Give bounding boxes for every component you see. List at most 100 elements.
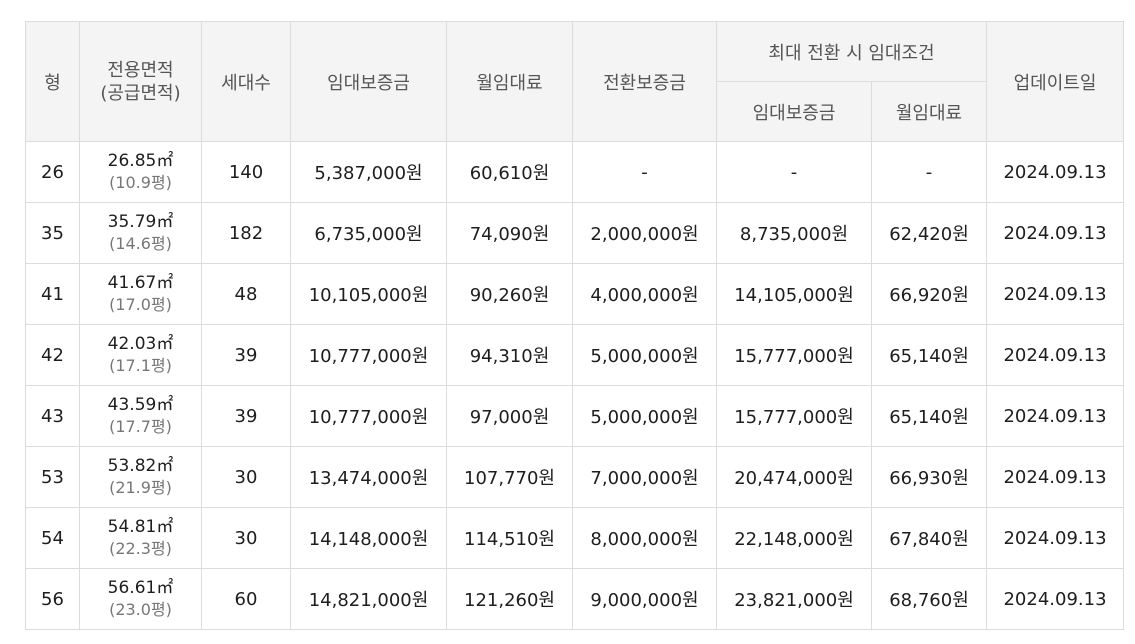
cell-max-deposit: 15,777,000원 bbox=[716, 385, 872, 447]
cell-monthly-rent: 74,090원 bbox=[446, 202, 573, 264]
cell-conversion-deposit: 8,000,000원 bbox=[572, 507, 717, 569]
cell-conversion-deposit: 9,000,000원 bbox=[572, 568, 717, 630]
cell-area: 54.81㎡ (22.3평) bbox=[79, 507, 202, 569]
cell-max-monthly-rent: - bbox=[871, 141, 987, 203]
cell-updated: 2024.09.13 bbox=[986, 141, 1124, 203]
header-households: 세대수 bbox=[201, 21, 291, 142]
area-exclusive: 35.79㎡ bbox=[107, 212, 174, 232]
cell-updated: 2024.09.13 bbox=[986, 568, 1124, 630]
cell-type: 42 bbox=[25, 324, 80, 386]
area-supply: (10.9평) bbox=[109, 173, 172, 192]
header-max-conversion-group: 최대 전환 시 임대조건 bbox=[716, 21, 987, 82]
header-type: 형 bbox=[25, 21, 80, 142]
cell-max-deposit: 20,474,000원 bbox=[716, 446, 872, 508]
cell-conversion-deposit: 2,000,000원 bbox=[572, 202, 717, 264]
cell-max-deposit: - bbox=[716, 141, 872, 203]
header-max-monthly-rent: 월임대료 bbox=[871, 81, 987, 142]
cell-conversion-deposit: 4,000,000원 bbox=[572, 263, 717, 325]
header-area-line2: (공급면적) bbox=[100, 82, 181, 104]
cell-conversion-deposit: 5,000,000원 bbox=[572, 324, 717, 386]
cell-households: 30 bbox=[201, 446, 291, 508]
cell-max-monthly-rent: 65,140원 bbox=[871, 324, 987, 386]
cell-updated: 2024.09.13 bbox=[986, 507, 1124, 569]
cell-monthly-rent: 94,310원 bbox=[446, 324, 573, 386]
cell-area: 41.67㎡ (17.0평) bbox=[79, 263, 202, 325]
cell-max-monthly-rent: 65,140원 bbox=[871, 385, 987, 447]
header-area-line1: 전용면적 bbox=[107, 59, 174, 81]
table-row: 35 35.79㎡ (14.6평) 182 6,735,000원 74,090원 2,000… bbox=[25, 202, 1124, 264]
cell-monthly-rent: 107,770원 bbox=[446, 446, 573, 508]
table-row: 56 56.61㎡ (23.0평) 60 14,821,000원 121,260원 9,00… bbox=[25, 568, 1124, 630]
cell-deposit: 5,387,000원 bbox=[290, 141, 447, 203]
table-row: 41 41.67㎡ (17.0평) 48 10,105,000원 90,260원 4,000… bbox=[25, 263, 1124, 325]
cell-type: 41 bbox=[25, 263, 80, 325]
cell-max-deposit: 15,777,000원 bbox=[716, 324, 872, 386]
area-supply: (22.3평) bbox=[109, 539, 172, 558]
area-exclusive: 41.67㎡ bbox=[107, 273, 174, 293]
cell-updated: 2024.09.13 bbox=[986, 263, 1124, 325]
cell-max-deposit: 14,105,000원 bbox=[716, 263, 872, 325]
header-updated: 업데이트일 bbox=[986, 21, 1124, 142]
area-supply: (23.0평) bbox=[109, 600, 172, 619]
table-row: 43 43.59㎡ (17.7평) 39 10,777,000원 97,000원 5,000… bbox=[25, 385, 1124, 447]
cell-type: 56 bbox=[25, 568, 80, 630]
cell-area: 53.82㎡ (21.9평) bbox=[79, 446, 202, 508]
cell-max-monthly-rent: 68,760원 bbox=[871, 568, 987, 630]
cell-conversion-deposit: 5,000,000원 bbox=[572, 385, 717, 447]
cell-conversion-deposit: 7,000,000원 bbox=[572, 446, 717, 508]
cell-conversion-deposit: - bbox=[572, 141, 717, 203]
area-exclusive: 26.85㎡ bbox=[107, 151, 174, 171]
cell-type: 54 bbox=[25, 507, 80, 569]
cell-area: 35.79㎡ (14.6평) bbox=[79, 202, 202, 264]
table-header: 형 전용면적 (공급면적) 세대수 임대보증금 월임대료 전환보증금 최대 전환… bbox=[25, 21, 1124, 142]
cell-households: 60 bbox=[201, 568, 291, 630]
header-conversion-deposit: 전환보증금 bbox=[572, 21, 717, 142]
area-exclusive: 56.61㎡ bbox=[107, 578, 174, 598]
area-supply: (21.9평) bbox=[109, 478, 172, 497]
table-row: 53 53.82㎡ (21.9평) 30 13,474,000원 107,770원 7,00… bbox=[25, 446, 1124, 508]
cell-type: 35 bbox=[25, 202, 80, 264]
table-row: 42 42.03㎡ (17.1평) 39 10,777,000원 94,310원 5,000… bbox=[25, 324, 1124, 386]
cell-households: 39 bbox=[201, 324, 291, 386]
cell-updated: 2024.09.13 bbox=[986, 446, 1124, 508]
area-supply: (17.0평) bbox=[109, 295, 172, 314]
cell-deposit: 13,474,000원 bbox=[290, 446, 447, 508]
table-body: 26 26.85㎡ (10.9평) 140 5,387,000원 60,610원 - - -20… bbox=[25, 141, 1124, 630]
cell-deposit: 14,821,000원 bbox=[290, 568, 447, 630]
cell-deposit: 10,105,000원 bbox=[290, 263, 447, 325]
cell-type: 53 bbox=[25, 446, 80, 508]
cell-deposit: 10,777,000원 bbox=[290, 385, 447, 447]
cell-area: 42.03㎡ (17.1평) bbox=[79, 324, 202, 386]
cell-type: 43 bbox=[25, 385, 80, 447]
area-exclusive: 54.81㎡ bbox=[107, 517, 174, 537]
cell-deposit: 6,735,000원 bbox=[290, 202, 447, 264]
cell-max-monthly-rent: 66,930원 bbox=[871, 446, 987, 508]
header-max-deposit: 임대보증금 bbox=[716, 81, 872, 142]
cell-updated: 2024.09.13 bbox=[986, 385, 1124, 447]
cell-max-deposit: 23,821,000원 bbox=[716, 568, 872, 630]
area-exclusive: 53.82㎡ bbox=[107, 456, 174, 476]
cell-max-deposit: 22,148,000원 bbox=[716, 507, 872, 569]
cell-households: 182 bbox=[201, 202, 291, 264]
header-monthly-rent: 월임대료 bbox=[446, 21, 573, 142]
cell-households: 140 bbox=[201, 141, 291, 203]
cell-updated: 2024.09.13 bbox=[986, 202, 1124, 264]
header-row-1: 형 전용면적 (공급면적) 세대수 임대보증금 월임대료 전환보증금 최대 전환… bbox=[25, 21, 1124, 142]
area-supply: (17.7평) bbox=[109, 417, 172, 436]
cell-area: 56.61㎡ (23.0평) bbox=[79, 568, 202, 630]
table-row: 26 26.85㎡ (10.9평) 140 5,387,000원 60,610원 - - -20… bbox=[25, 141, 1124, 203]
area-exclusive: 42.03㎡ bbox=[107, 334, 174, 354]
area-supply: (17.1평) bbox=[109, 356, 172, 375]
cell-households: 39 bbox=[201, 385, 291, 447]
cell-max-monthly-rent: 62,420원 bbox=[871, 202, 987, 264]
cell-monthly-rent: 97,000원 bbox=[446, 385, 573, 447]
cell-monthly-rent: 60,610원 bbox=[446, 141, 573, 203]
cell-max-monthly-rent: 67,840원 bbox=[871, 507, 987, 569]
cell-deposit: 14,148,000원 bbox=[290, 507, 447, 569]
area-supply: (14.6평) bbox=[109, 234, 172, 253]
cell-households: 30 bbox=[201, 507, 291, 569]
cell-type: 26 bbox=[25, 141, 80, 203]
cell-monthly-rent: 90,260원 bbox=[446, 263, 573, 325]
cell-updated: 2024.09.13 bbox=[986, 324, 1124, 386]
header-deposit: 임대보증금 bbox=[290, 21, 447, 142]
